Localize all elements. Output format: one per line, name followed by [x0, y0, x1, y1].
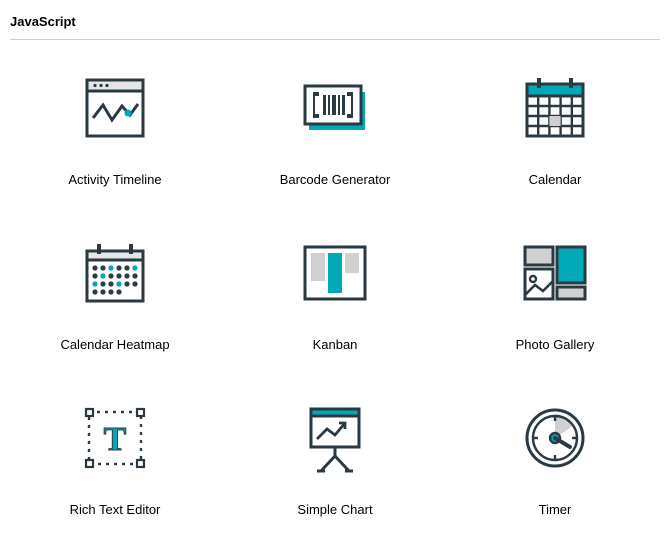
svg-text:T: T	[104, 421, 127, 458]
section-title: JavaScript	[10, 10, 660, 40]
card-calendar-heatmap[interactable]: Calendar Heatmap	[10, 225, 220, 360]
card-barcode-generator[interactable]: Barcode Generator	[230, 60, 440, 195]
components-gallery: JavaScript Activity Timeline	[0, 0, 670, 525]
card-label: Rich Text Editor	[70, 502, 161, 517]
card-kanban[interactable]: Kanban	[230, 225, 440, 360]
card-label: Calendar	[529, 172, 582, 187]
card-photo-gallery[interactable]: Photo Gallery	[450, 225, 660, 360]
photo-gallery-icon	[515, 233, 595, 313]
card-timer[interactable]: Timer	[450, 390, 660, 525]
kanban-icon	[295, 233, 375, 313]
card-activity-timeline[interactable]: Activity Timeline	[10, 60, 220, 195]
timer-icon	[515, 398, 595, 478]
card-label: Timer	[539, 502, 572, 517]
card-calendar[interactable]: Calendar	[450, 60, 660, 195]
card-label: Simple Chart	[297, 502, 372, 517]
card-label: Calendar Heatmap	[60, 337, 169, 352]
card-label: Barcode Generator	[280, 172, 391, 187]
rich-text-editor-icon: T	[75, 398, 155, 478]
card-label: Kanban	[313, 337, 358, 352]
components-grid: Activity Timeline Barcode Generator	[10, 60, 660, 525]
activity-timeline-icon	[75, 68, 155, 148]
calendar-icon	[515, 68, 595, 148]
barcode-icon	[295, 68, 375, 148]
card-label: Photo Gallery	[516, 337, 595, 352]
simple-chart-icon	[295, 398, 375, 478]
card-rich-text-editor[interactable]: T Rich Text Editor	[10, 390, 220, 525]
card-simple-chart[interactable]: Simple Chart	[230, 390, 440, 525]
calendar-heatmap-icon	[75, 233, 155, 313]
card-label: Activity Timeline	[68, 172, 161, 187]
